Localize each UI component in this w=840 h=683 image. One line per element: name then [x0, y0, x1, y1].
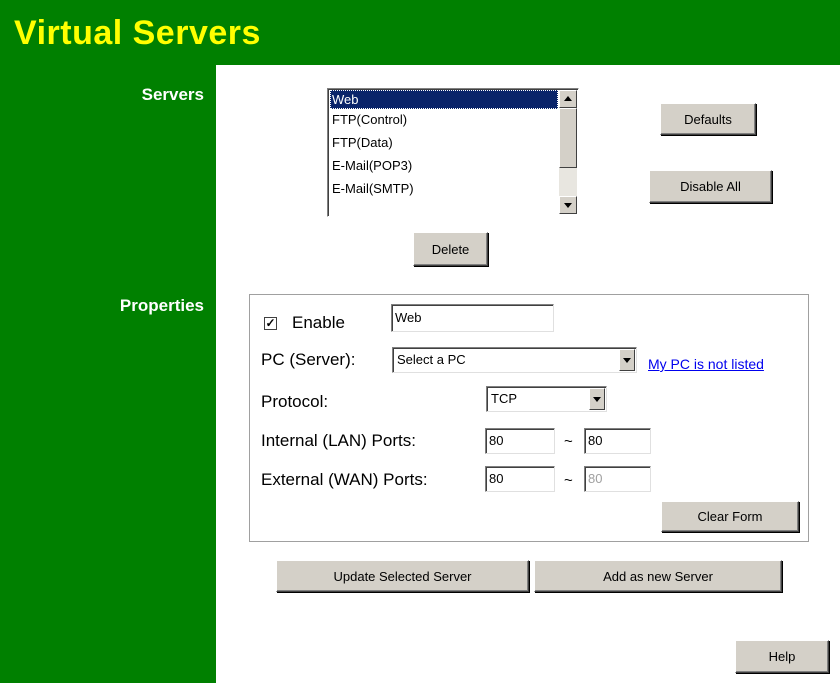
- internal-ports-label: Internal (LAN) Ports:: [261, 431, 416, 450]
- servers-listbox[interactable]: Web FTP(Control) FTP(Data) E-Mail(POP3) …: [327, 88, 579, 217]
- chevron-down-icon: [623, 358, 631, 363]
- scroll-up-button[interactable]: [559, 90, 577, 108]
- scroll-down-button[interactable]: [559, 196, 577, 214]
- properties-box: ✓ Enable Web PC (Server): Select a PC My…: [249, 294, 809, 542]
- internal-port-from-input[interactable]: 80: [485, 428, 555, 454]
- dropdown-arrow-icon[interactable]: [589, 388, 605, 410]
- list-item[interactable]: FTP(Data): [330, 133, 558, 152]
- enable-checkbox[interactable]: ✓: [264, 317, 277, 330]
- external-port-from-input[interactable]: 80: [485, 466, 555, 492]
- disable-all-button[interactable]: Disable All: [649, 170, 772, 203]
- clear-form-button[interactable]: Clear Form: [661, 501, 799, 532]
- header-bar: Virtual Servers: [0, 0, 840, 65]
- delete-button[interactable]: Delete: [413, 232, 488, 266]
- arrow-down-icon: [564, 203, 572, 208]
- properties-section-label: Properties: [119, 296, 204, 315]
- defaults-button[interactable]: Defaults: [660, 103, 756, 135]
- internal-port-separator: ~: [564, 433, 573, 450]
- pc-select[interactable]: Select a PC: [392, 347, 637, 373]
- protocol-select[interactable]: TCP: [486, 386, 607, 412]
- pc-server-label: PC (Server):: [261, 350, 356, 369]
- add-server-button[interactable]: Add as new Server: [534, 560, 782, 592]
- list-item[interactable]: E-Mail(SMTP): [330, 179, 558, 198]
- update-server-button[interactable]: Update Selected Server: [276, 560, 529, 592]
- listbox-scrollbar[interactable]: [559, 90, 577, 214]
- external-port-to-input: 80: [584, 466, 651, 492]
- protocol-select-value: TCP: [491, 391, 517, 406]
- external-port-separator: ~: [564, 472, 573, 489]
- pc-select-value: Select a PC: [397, 352, 466, 367]
- list-item[interactable]: Web: [330, 90, 558, 109]
- arrow-up-icon: [564, 96, 572, 101]
- scroll-thumb[interactable]: [559, 108, 577, 168]
- dropdown-arrow-icon[interactable]: [619, 349, 635, 371]
- sidebar: Servers Properties: [0, 65, 216, 683]
- list-item[interactable]: E-Mail(POP3): [330, 156, 558, 175]
- list-item[interactable]: FTP(Control): [330, 110, 558, 129]
- internal-port-to-input[interactable]: 80: [584, 428, 651, 454]
- protocol-label: Protocol:: [261, 392, 329, 411]
- enable-label: Enable: [292, 313, 345, 332]
- page-title: Virtual Servers: [14, 14, 261, 52]
- pc-not-listed-link[interactable]: My PC is not listed: [648, 356, 764, 372]
- servers-section-label: Servers: [141, 85, 204, 104]
- help-button[interactable]: Help: [735, 640, 829, 673]
- external-ports-label: External (WAN) Ports:: [261, 470, 428, 489]
- chevron-down-icon: [593, 397, 601, 402]
- server-name-input[interactable]: Web: [391, 304, 554, 332]
